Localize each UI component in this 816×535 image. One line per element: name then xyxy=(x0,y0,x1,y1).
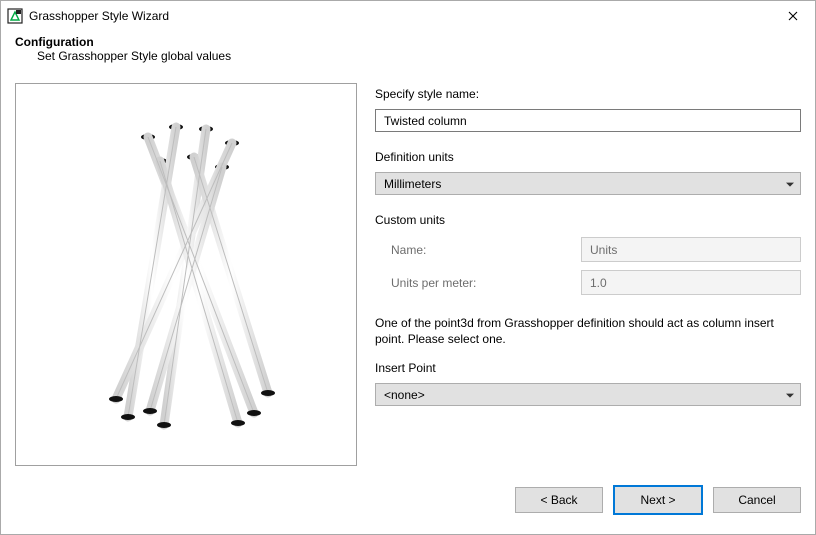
custom-units-upm-input: 1.0 xyxy=(581,270,801,295)
style-name-input[interactable] xyxy=(375,109,801,132)
wizard-header: Configuration Set Grasshopper Style glob… xyxy=(1,31,815,73)
insert-point-value: <none> xyxy=(384,388,425,402)
style-name-label: Specify style name: xyxy=(375,87,801,101)
back-button[interactable]: < Back xyxy=(515,487,603,513)
titlebar: Grasshopper Style Wizard xyxy=(1,1,815,31)
definition-units-dropdown[interactable]: Millimeters xyxy=(375,172,801,195)
custom-units-upm-label: Units per meter: xyxy=(375,276,581,290)
definition-units-label: Definition units xyxy=(375,150,801,164)
custom-units-group: Name: Units Units per meter: 1.0 xyxy=(375,237,801,295)
wizard-window: Grasshopper Style Wizard Configuration S… xyxy=(0,0,816,535)
header-subtitle: Set Grasshopper Style global values xyxy=(15,49,801,63)
app-icon xyxy=(7,8,23,24)
close-icon xyxy=(788,11,798,21)
cancel-button[interactable]: Cancel xyxy=(713,487,801,513)
close-button[interactable] xyxy=(770,1,815,31)
chevron-down-icon xyxy=(786,393,794,397)
preview-image xyxy=(56,115,316,435)
custom-units-name-input: Units xyxy=(581,237,801,262)
header-title: Configuration xyxy=(15,35,801,49)
insert-point-dropdown[interactable]: <none> xyxy=(375,383,801,406)
wizard-footer: < Back Next > Cancel xyxy=(1,476,815,534)
custom-units-title: Custom units xyxy=(375,213,801,227)
definition-units-value: Millimeters xyxy=(384,177,441,191)
chevron-down-icon xyxy=(786,182,794,186)
preview-pane xyxy=(15,83,357,466)
custom-units-name-label: Name: xyxy=(375,243,581,257)
next-button[interactable]: Next > xyxy=(613,485,703,515)
form-pane: Specify style name: Definition units Mil… xyxy=(375,83,801,466)
insert-point-label: Insert Point xyxy=(375,361,801,375)
window-title: Grasshopper Style Wizard xyxy=(29,9,770,23)
insert-point-help: One of the point3d from Grasshopper defi… xyxy=(375,315,801,347)
wizard-body: Specify style name: Definition units Mil… xyxy=(1,73,815,476)
